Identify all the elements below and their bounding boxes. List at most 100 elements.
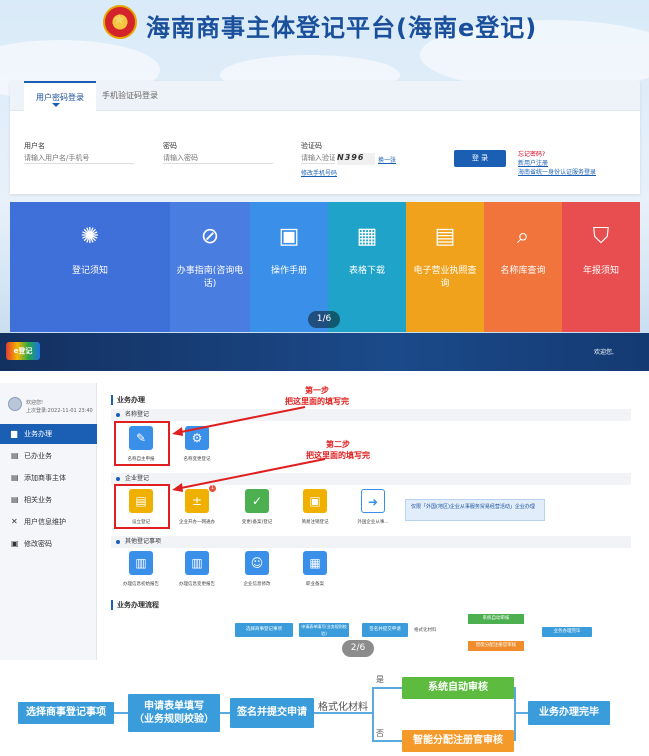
sidebar-item-change-password[interactable]: ▣ 修改密码 bbox=[0, 534, 97, 554]
item-label: 办理信息初始报告 bbox=[123, 582, 159, 587]
flow-step-fill-form-line1: 申请表单填写 bbox=[144, 701, 204, 712]
foreign-enterprise-item[interactable]: ➜ 外国企业从事... bbox=[350, 489, 396, 525]
change-report-icon: ▥ bbox=[185, 551, 209, 575]
sidebar-item-label: 已办业务 bbox=[24, 452, 52, 460]
license-icon: ▤ bbox=[434, 224, 456, 249]
mini-flow-step3: 签名并提交申请 bbox=[362, 623, 408, 637]
captcha-input[interactable] bbox=[301, 152, 335, 164]
tab-sms-login[interactable]: 手机验证码登录 bbox=[90, 81, 170, 111]
flow-merge-line bbox=[514, 687, 516, 741]
mini-flow-auto: 系统自动审核 bbox=[468, 614, 524, 624]
login-button[interactable]: 登 录 bbox=[454, 150, 506, 167]
flow-connector bbox=[514, 712, 528, 714]
mini-flow-step2: 申请表单填写(业务规则校验) bbox=[299, 623, 349, 637]
item-label: 职业备案 bbox=[306, 582, 324, 587]
info-edit-icon: ☺ bbox=[245, 551, 269, 575]
slide-pager: 1/6 bbox=[308, 311, 340, 328]
item-label: 简易注销登记 bbox=[301, 520, 329, 525]
sidebar-item-add-entity[interactable]: ▤ 添加商事主体 bbox=[0, 468, 97, 488]
sidebar-item-label: 添加商事主体 bbox=[24, 474, 66, 482]
active-tab-caret-icon bbox=[52, 103, 60, 107]
item-label: 企业开办一网通办 bbox=[179, 520, 215, 525]
add-icon: ▤ bbox=[11, 473, 19, 482]
flow-step-fill-form: 申请表单填写 （业务规则校验） bbox=[128, 694, 220, 732]
flow-yes-label: 是 bbox=[376, 675, 384, 684]
flow-branch-line bbox=[372, 687, 374, 741]
panel-title: 业务办理 bbox=[111, 395, 145, 405]
captcha-label: 验证码 bbox=[301, 142, 322, 150]
briefcase-icon: ▆ bbox=[11, 429, 18, 438]
username-input[interactable] bbox=[24, 152, 134, 164]
tile-label: 办事指南(咨询电话) bbox=[176, 266, 244, 289]
tile-service-guide[interactable]: ⊘ 办事指南(咨询电话) bbox=[170, 202, 250, 332]
related-icon: ▤ bbox=[11, 495, 19, 504]
login-form: 用户密码登录 手机验证码登录 用户名 密码 验证码 N396 换一张 修改手机号… bbox=[10, 81, 640, 194]
manual-icon: ▣ bbox=[278, 224, 300, 249]
tools-icon: ✕ bbox=[11, 517, 18, 526]
tile-label: 电子营业执照查询 bbox=[413, 266, 477, 289]
sidebar-item-business[interactable]: ▆ 业务办理 bbox=[0, 424, 97, 444]
change-info-report-item[interactable]: ▥ 办理信息变更报告 bbox=[174, 551, 220, 587]
mini-flow-step1: 选择商事登记事项 bbox=[235, 623, 293, 637]
done-icon: ▤ bbox=[11, 451, 19, 460]
flow-connector bbox=[372, 740, 402, 742]
tab-password-login[interactable]: 用户密码登录 bbox=[24, 81, 96, 111]
sidebar-item-label: 用户信息维护 bbox=[24, 518, 66, 526]
tile-label: 登记须知 bbox=[71, 266, 108, 276]
initial-info-report-item[interactable]: ▥ 办理信息初始报告 bbox=[118, 551, 164, 587]
filing-icon: ▦ bbox=[303, 551, 327, 575]
item-label: 企业信息修改 bbox=[243, 582, 271, 587]
national-emblem-logo: ★ bbox=[103, 5, 137, 39]
flow-step-fill-form-line2: （业务规则校验） bbox=[134, 714, 214, 725]
section-other-registration: 其他登记事项 bbox=[111, 536, 631, 548]
refresh-captcha-link[interactable]: 换一张 bbox=[378, 155, 396, 164]
business-portal-section: e登记 欢迎您, 欢迎您! 上次登录:2022-11-01 23:40 ▆ 业务办… bbox=[0, 333, 649, 660]
header-welcome: 欢迎您, bbox=[594, 349, 614, 356]
sidebar-item-related[interactable]: ▤ 相关业务 bbox=[0, 490, 97, 510]
flow-step-sign-submit: 签名并提交申请 bbox=[230, 698, 314, 728]
tile-annual-report-notice[interactable]: ⛉ 年报须知 bbox=[562, 202, 640, 332]
compass-icon: ⊘ bbox=[200, 224, 220, 249]
register-link[interactable]: 新用户注册 bbox=[518, 158, 548, 167]
captcha-image[interactable]: N396 bbox=[337, 153, 375, 165]
tile-label: 名称库查询 bbox=[500, 266, 546, 276]
sidebar-item-user-info[interactable]: ✕ 用户信息维护 bbox=[0, 512, 97, 532]
tile-form-download[interactable]: ▦ 表格下载 bbox=[328, 202, 406, 332]
sidebar-item-done[interactable]: ▤ 已办业务 bbox=[0, 446, 97, 466]
table-icon: ▦ bbox=[356, 224, 378, 249]
flow-connector bbox=[114, 712, 128, 714]
initial-report-icon: ▥ bbox=[129, 551, 153, 575]
mini-flow-done: 业务办理完毕 bbox=[542, 627, 592, 637]
company-info-edit-item[interactable]: ☺ 企业信息修改 bbox=[234, 551, 280, 587]
tile-label: 表格下载 bbox=[348, 266, 385, 276]
sidebar-item-label: 业务办理 bbox=[24, 430, 52, 438]
sidebar-item-label: 修改密码 bbox=[24, 540, 52, 548]
annotation-arrow-2 bbox=[172, 458, 326, 492]
site-title: 海南商事主体登记平台(海南e登记) bbox=[146, 14, 538, 42]
change-phone-link[interactable]: 修改手机号码 bbox=[301, 168, 337, 177]
sidebar-welcome: 欢迎您! bbox=[26, 400, 44, 406]
tile-label: 年报须知 bbox=[582, 266, 619, 276]
portal-logo: e登记 bbox=[6, 342, 40, 360]
slide-pager-2: 2/6 bbox=[342, 640, 374, 657]
highlight-frame-step1 bbox=[114, 421, 170, 466]
annotation-arrow-1 bbox=[172, 406, 306, 436]
sidebar-item-label: 相关业务 bbox=[24, 496, 52, 504]
annual-report-icon: ⛉ bbox=[592, 224, 610, 249]
login-tabbar: 用户密码登录 手机验证码登录 bbox=[10, 81, 640, 111]
password-input[interactable] bbox=[163, 152, 273, 164]
item-label: 办理信息变更报告 bbox=[179, 582, 215, 587]
tile-e-license-query[interactable]: ▤ 电子营业执照查询 bbox=[406, 202, 484, 332]
flow-step-format: 格式化材料 bbox=[318, 702, 368, 713]
tile-name-library-query[interactable]: ⌕ 名称库查询 bbox=[484, 202, 562, 332]
password-label: 密码 bbox=[163, 142, 177, 150]
foreign-enterprise-icon: ➜ bbox=[361, 489, 385, 513]
login-banner-section: ★ 海南商事主体登记平台(海南e登记) 用户密码登录 手机验证码登录 用户名 密… bbox=[0, 0, 649, 333]
tile-registration-notice[interactable]: ✺ 登记须知 bbox=[10, 202, 170, 332]
lock-icon: ▣ bbox=[11, 539, 19, 548]
flow-connector bbox=[372, 687, 402, 689]
profession-filing-item[interactable]: ▦ 职业备案 bbox=[292, 551, 338, 587]
forgot-password-link[interactable]: 忘记密码? bbox=[518, 149, 545, 158]
lightbulb-icon: ✺ bbox=[80, 224, 100, 249]
ecert-login-link[interactable]: 海南省统一身份认证服务登录 bbox=[518, 167, 596, 176]
